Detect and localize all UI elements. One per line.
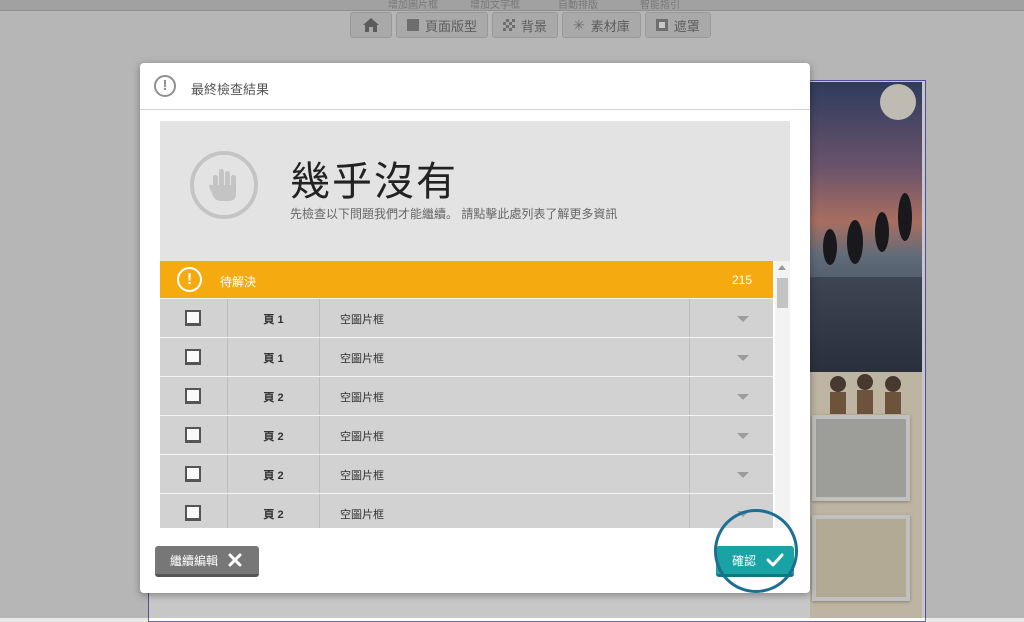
continue-editing-button[interactable]: 繼續編輯 (155, 546, 259, 577)
tutorial-highlight-ring (714, 509, 798, 593)
issue-page: 頁 2 (263, 392, 284, 404)
close-icon (228, 553, 242, 567)
pending-count: 215 (731, 273, 752, 287)
pending-header[interactable]: ! 待解決 215 (160, 261, 773, 298)
issue-text: 空圖片框 (340, 353, 384, 365)
chevron-down-icon[interactable] (737, 394, 749, 400)
chevron-down-icon[interactable] (737, 433, 749, 439)
issue-text: 空圖片框 (340, 392, 384, 404)
frame-icon (185, 466, 201, 482)
frame-icon (185, 388, 201, 404)
table-row[interactable]: 頁 1 空圖片框 (160, 337, 773, 376)
alert-icon: ! (154, 75, 176, 97)
scroll-up-arrow-icon[interactable] (778, 265, 786, 270)
issue-page: 頁 2 (263, 431, 284, 443)
summary-heading: 幾乎沒有 (290, 159, 458, 205)
frame-icon (185, 349, 201, 365)
dialog-header: ! 最終檢查結果 (140, 63, 810, 110)
chevron-down-icon[interactable] (737, 472, 749, 478)
issue-text: 空圖片框 (340, 509, 384, 521)
issue-page: 頁 2 (263, 509, 284, 521)
dialog-title: 最終檢查結果 (191, 82, 270, 97)
final-check-dialog: ! 最終檢查結果 幾乎沒有 先檢查以下問題我們才能繼續。 請點擊此處列表了解更多… (140, 63, 810, 593)
pending-label: 待解決 (220, 275, 257, 289)
frame-icon (185, 427, 201, 443)
issue-page: 頁 1 (263, 314, 284, 326)
check-summary: 幾乎沒有 先檢查以下問題我們才能繼續。 請點擊此處列表了解更多資訊 (160, 121, 790, 261)
summary-description[interactable]: 先檢查以下問題我們才能繼續。 請點擊此處列表了解更多資訊 (290, 205, 617, 222)
issue-rows: 頁 1 空圖片框 頁 1 空圖片框 頁 2 空圖片框 頁 2 空圖片框 頁 2 … (160, 298, 773, 528)
table-row[interactable]: 頁 2 空圖片框 (160, 415, 773, 454)
table-row[interactable]: 頁 2 空圖片框 (160, 493, 773, 528)
table-row[interactable]: 頁 1 空圖片框 (160, 298, 773, 337)
issue-text: 空圖片框 (340, 431, 384, 443)
table-row[interactable]: 頁 2 空圖片框 (160, 454, 773, 493)
stop-hand-icon (190, 151, 258, 219)
continue-editing-label: 繼續編輯 (170, 553, 219, 568)
warning-icon: ! (177, 267, 202, 292)
frame-icon (185, 310, 201, 326)
issue-page: 頁 1 (263, 353, 284, 365)
frame-icon (185, 505, 201, 521)
issue-text: 空圖片框 (340, 470, 384, 482)
table-row[interactable]: 頁 2 空圖片框 (160, 376, 773, 415)
chevron-down-icon[interactable] (737, 355, 749, 361)
issue-page: 頁 2 (263, 470, 284, 482)
chevron-down-icon[interactable] (737, 316, 749, 322)
issue-text: 空圖片框 (340, 314, 384, 326)
issue-list[interactable]: ! 待解決 215 頁 1 空圖片框 頁 1 空圖片框 頁 2 空圖片框 頁 2… (160, 261, 790, 528)
scroll-thumb[interactable] (777, 278, 788, 308)
list-scrollbar[interactable] (775, 261, 790, 528)
